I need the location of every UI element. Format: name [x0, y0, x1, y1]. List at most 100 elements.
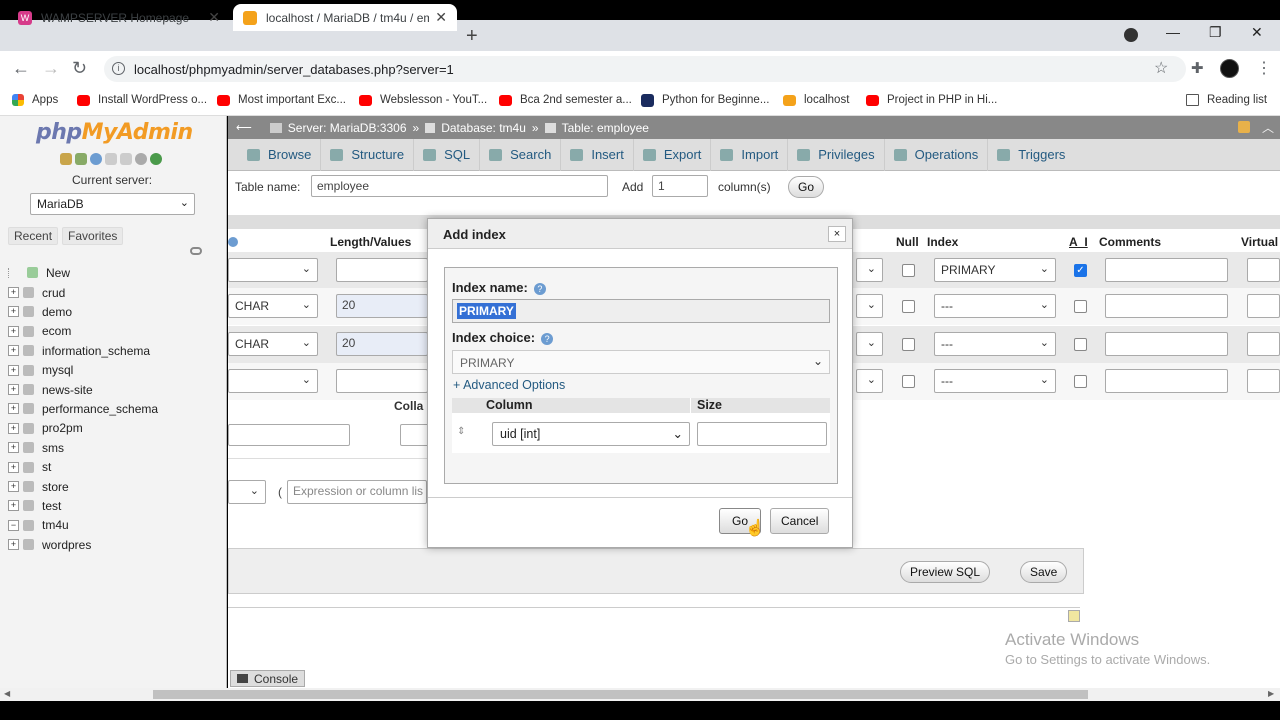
breadcrumb-server[interactable]: Server: MariaDB:3306	[288, 121, 407, 135]
docs-icon[interactable]	[105, 153, 117, 165]
bookmark-star-icon[interactable]: ☆	[1154, 58, 1168, 78]
tab-search[interactable]: Search	[480, 138, 562, 171]
expand-icon[interactable]: +	[8, 345, 19, 357]
phpmyadmin-logo[interactable]: phpMyAdmin	[36, 120, 193, 145]
auto-increment-checkbox[interactable]	[1074, 375, 1087, 388]
index-select[interactable]: --- ⌄	[934, 369, 1056, 393]
index-column-select[interactable]: uid [int] ⌄	[492, 422, 690, 446]
drag-handle-icon[interactable]: ⇕	[457, 426, 465, 437]
column-type-select[interactable]: CHAR ⌄	[228, 332, 318, 356]
comments-input[interactable]	[1105, 332, 1228, 356]
breadcrumb-database[interactable]: Database: tm4u	[441, 121, 526, 135]
help-icon[interactable]: ?	[533, 283, 546, 295]
sidebar-item-db[interactable]: + wordpres	[8, 535, 91, 554]
comments-input[interactable]	[1105, 258, 1228, 282]
avatar[interactable]	[1220, 59, 1239, 78]
null-checkbox[interactable]	[902, 375, 915, 388]
tab-structure[interactable]: Structure	[321, 138, 415, 171]
minimize-icon[interactable]: —	[1166, 24, 1180, 40]
logout-icon[interactable]	[75, 153, 87, 165]
column-type-select[interactable]: ⌄	[228, 369, 318, 393]
scroll-right-icon[interactable]: ▶	[1268, 689, 1274, 698]
recent-tab[interactable]: Recent	[8, 227, 59, 245]
expand-icon[interactable]: +	[8, 442, 19, 454]
expand-icon[interactable]: +	[8, 287, 19, 298]
sidebar-item-db[interactable]: + news-site	[8, 380, 93, 399]
sidebar-item-db[interactable]: + performance_schema	[8, 399, 158, 418]
expand-icon[interactable]: +	[8, 384, 19, 395]
expand-icon[interactable]: +	[8, 539, 19, 551]
favorites-tab[interactable]: Favorites	[62, 227, 124, 245]
tab-import[interactable]: Import	[711, 138, 789, 171]
bookmark-item[interactable]: Webslesson - YouT...	[359, 91, 487, 109]
bookmark-item[interactable]: Install WordPress o...	[77, 91, 207, 109]
url-input[interactable]: localhost/phpmyadmin/server_databases.ph…	[104, 56, 1186, 82]
collapse-top-icon[interactable]: ︿	[1262, 119, 1274, 136]
help-icon[interactable]: ?	[541, 333, 554, 345]
bookmark-item[interactable]: Most important Exc...	[217, 91, 346, 109]
bookmark-item[interactable]: Python for Beginne...	[641, 91, 769, 109]
collation-select[interactable]	[228, 424, 350, 446]
dialog-cancel-button[interactable]: Cancel	[770, 508, 830, 534]
sidebar-item-db[interactable]: + store	[8, 477, 69, 496]
server-select[interactable]: MariaDB ⌄	[30, 193, 195, 215]
home-icon[interactable]	[60, 153, 72, 165]
length-values-input[interactable]: 20	[336, 332, 428, 356]
expand-icon[interactable]: +	[8, 422, 19, 434]
advanced-options-link[interactable]: + Advanced Options	[453, 378, 565, 392]
length-values-input[interactable]: 20	[336, 294, 428, 318]
link-icon[interactable]	[190, 247, 202, 255]
sidebar-item-new[interactable]: New	[8, 263, 70, 282]
expression-input[interactable]: Expression or column lis	[287, 480, 427, 504]
tab-browse[interactable]: Browse	[238, 138, 322, 171]
table-name-input[interactable]: employee	[311, 175, 608, 197]
sidebar-item-db[interactable]: + information_schema	[8, 341, 150, 360]
save-button[interactable]: Save	[1020, 561, 1068, 583]
expand-icon[interactable]: +	[8, 364, 19, 376]
comments-input[interactable]	[1105, 294, 1228, 318]
tab-operations[interactable]: Operations	[885, 138, 989, 171]
virtuality-select[interactable]	[1247, 258, 1280, 282]
bookmark-item[interactable]: Bca 2nd semester a...	[499, 91, 632, 109]
attributes-select[interactable]: ⌄	[856, 369, 883, 393]
length-values-input[interactable]	[336, 258, 428, 282]
index-size-input[interactable]	[697, 422, 827, 446]
tab-privileges[interactable]: Privileges	[788, 138, 885, 171]
close-tab-icon[interactable]: ✕	[435, 9, 447, 26]
expand-icon[interactable]: +	[8, 500, 19, 512]
tab-export[interactable]: Export	[634, 138, 712, 171]
sidebar-item-db[interactable]: + demo	[8, 302, 72, 321]
browser-menu-icon[interactable]: ⋮	[1256, 58, 1272, 78]
expand-icon[interactable]: +	[8, 306, 19, 318]
index-select[interactable]: PRIMARY ⌄	[934, 258, 1056, 282]
extensions-icon[interactable]: ✚	[1191, 59, 1204, 77]
comments-input[interactable]	[1105, 369, 1228, 393]
sidebar-item-db[interactable]: − tm4u	[8, 516, 69, 535]
sidebar-item-db[interactable]: + crud	[8, 283, 65, 302]
restore-icon[interactable]: ❐	[1209, 24, 1222, 41]
scrollbar-thumb[interactable]	[153, 690, 1088, 699]
close-icon[interactable]: ×	[828, 226, 846, 242]
index-select[interactable]: --- ⌄	[934, 332, 1056, 356]
length-values-input[interactable]	[336, 369, 428, 393]
notes-icon[interactable]	[1068, 610, 1080, 622]
expand-icon[interactable]: +	[8, 325, 19, 337]
browser-tab-phpmyadmin[interactable]: localhost / MariaDB / tm4u / em ✕	[233, 4, 457, 31]
partition-select[interactable]: ⌄	[228, 480, 266, 504]
sidebar-item-db[interactable]: + test	[8, 496, 61, 515]
close-tab-icon[interactable]: ✕	[208, 9, 220, 26]
reload-icon[interactable]: ↻	[72, 58, 87, 79]
tab-insert[interactable]: Insert	[561, 138, 634, 171]
console-toggle[interactable]: Console	[230, 670, 306, 687]
forward-icon[interactable]: →	[42, 58, 60, 79]
auto-increment-checkbox[interactable]	[1074, 338, 1087, 351]
virtuality-select[interactable]	[1247, 369, 1280, 393]
attributes-select[interactable]: ⌄	[856, 294, 883, 318]
expand-icon[interactable]: +	[8, 403, 19, 415]
column-type-select[interactable]: CHAR ⌄	[228, 294, 318, 318]
window-close-icon[interactable]: ✕	[1251, 24, 1263, 41]
null-checkbox[interactable]	[902, 264, 915, 277]
gear-icon[interactable]	[135, 153, 147, 165]
null-checkbox[interactable]	[902, 300, 915, 313]
lock-icon[interactable]	[1238, 121, 1250, 133]
